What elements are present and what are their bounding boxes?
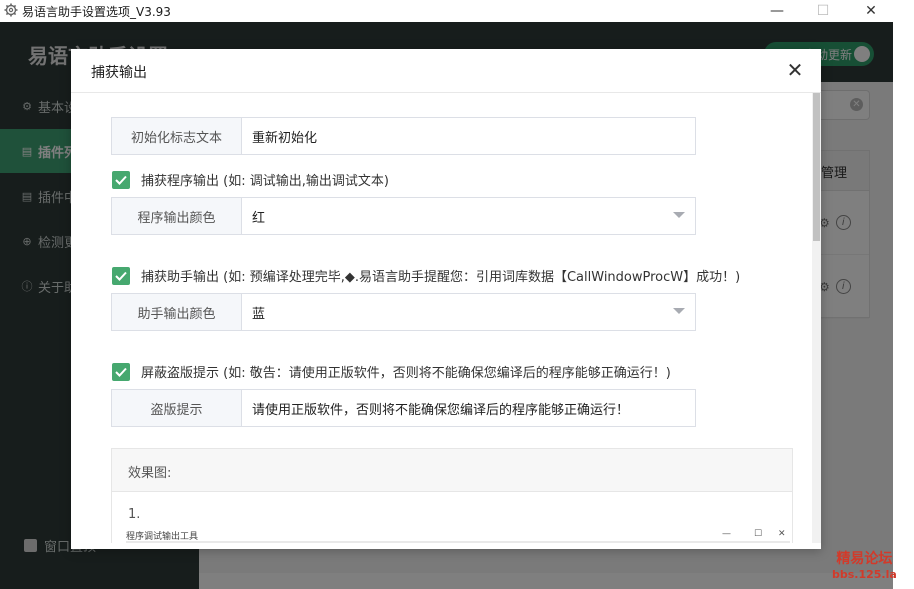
watermark-logo: 精易论坛 bbs.125.la [832, 548, 897, 581]
capture-helper-text: 捕获助手输出 (如: 预编译处理完毕,◆.易语言助手提醒您：引用词库数据【Cal… [141, 270, 741, 285]
helper-color-label: 助手输出颜色 [112, 294, 242, 330]
check-icon [115, 175, 127, 185]
window-edge [893, 22, 914, 589]
dialog-body: 初始化标志文本 重新初始化 捕获程序输出 (如: 调试输出,输出调试文本) 程序… [71, 93, 821, 543]
piracy-prompt-label: 盗版提示 [112, 390, 242, 426]
chevron-down-icon [673, 212, 685, 218]
preview-item-number: 1. [128, 507, 141, 522]
capture-program-option[interactable]: 捕获程序输出 (如: 调试输出,输出调试文本) [112, 170, 389, 189]
dialog-scrollbar[interactable] [812, 93, 821, 543]
check-icon [115, 271, 127, 281]
maximize-icon: ☐ [754, 529, 763, 539]
scrollbar-thumb[interactable] [813, 93, 820, 241]
program-color-select: 程序输出颜色 红 [111, 197, 696, 235]
dialog-header: 捕获输出 ✕ [71, 49, 821, 93]
maximize-button[interactable]: ☐ [800, 0, 846, 22]
block-piracy-text: 屏蔽盗版提示 (如: 敬告：请使用正版软件，否则将不能确保您编译后的程序能够正确… [141, 366, 671, 381]
close-window-button[interactable]: ✕ [848, 0, 894, 22]
helper-color-value: 蓝 [252, 306, 266, 322]
capture-program-checkbox[interactable] [112, 170, 130, 189]
capture-program-text: 捕获程序输出 (如: 调试输出,输出调试文本) [141, 174, 389, 189]
piracy-prompt-field: 盗版提示 请使用正版软件，否则将不能确保您编译后的程序能够正确运行！ [111, 389, 696, 427]
preview-heading: 效果图: [112, 449, 792, 492]
check-icon [115, 367, 127, 377]
watermark-line1: 精易论坛 [836, 551, 893, 567]
gear-icon [4, 3, 18, 17]
helper-color-select: 助手输出颜色 蓝 [111, 293, 696, 331]
program-color-label: 程序输出颜色 [112, 198, 242, 234]
preview-panel: 效果图: 1. 程序调试输出工具 — ☐ ✕ [111, 448, 793, 543]
piracy-prompt-input[interactable]: 请使用正版软件，否则将不能确保您编译后的程序能够正确运行！ [242, 390, 695, 426]
close-icon: ✕ [778, 529, 786, 539]
minimize-icon: — [722, 529, 731, 539]
block-piracy-checkbox[interactable] [112, 362, 130, 381]
helper-color-dropdown[interactable]: 蓝 [242, 294, 695, 330]
preview-toolbar [126, 541, 790, 543]
init-flag-label: 初始化标志文本 [112, 118, 242, 154]
program-color-dropdown[interactable]: 红 [242, 198, 695, 234]
block-piracy-option[interactable]: 屏蔽盗版提示 (如: 敬告：请使用正版软件，否则将不能确保您编译后的程序能够正确… [112, 362, 671, 381]
watermark-line2: bbs.125.la [832, 568, 897, 581]
window-title: 易语言助手设置选项_V3.93 [22, 5, 171, 19]
init-flag-field: 初始化标志文本 重新初始化 [111, 117, 696, 155]
preview-screenshot: 程序调试输出工具 — ☐ ✕ [126, 527, 790, 543]
chevron-down-icon [673, 308, 685, 314]
init-flag-input[interactable]: 重新初始化 [242, 118, 695, 154]
title-bar: 易语言助手设置选项_V3.93 — ☐ ✕ [0, 0, 914, 22]
capture-output-dialog: 捕获输出 ✕ 初始化标志文本 重新初始化 捕获程序输出 (如: 调试输出,输出调… [71, 49, 821, 549]
close-icon[interactable]: ✕ [783, 58, 807, 82]
program-color-value: 红 [252, 210, 266, 226]
dialog-title: 捕获输出 [91, 65, 147, 81]
minimize-button[interactable]: — [754, 0, 800, 22]
capture-helper-checkbox[interactable] [112, 266, 130, 285]
capture-helper-option[interactable]: 捕获助手输出 (如: 预编译处理完毕,◆.易语言助手提醒您：引用词库数据【Cal… [112, 266, 740, 285]
